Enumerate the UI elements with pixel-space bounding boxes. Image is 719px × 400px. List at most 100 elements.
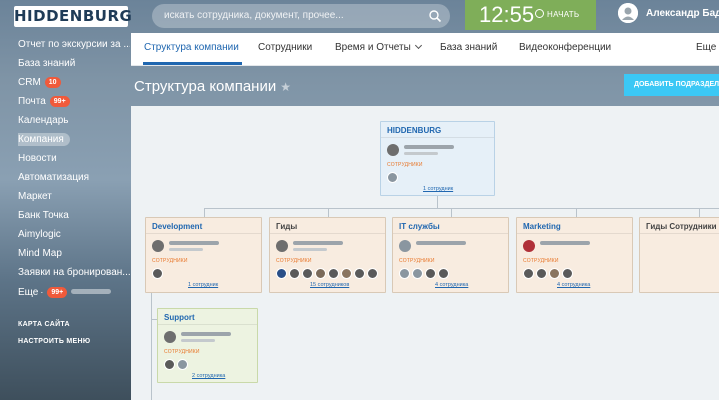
sidebar-item-label: Aimylogic — [18, 229, 61, 240]
department-card-development[interactable]: Development СОТРУДНИКИ 1 сотрудник — [145, 217, 262, 293]
employee-count-link[interactable]: 1 сотрудник — [188, 282, 218, 288]
sidebar-item-label: Маркет — [18, 191, 52, 202]
user-avatar[interactable] — [618, 3, 638, 23]
employee-count-link[interactable]: 2 сотрудника — [192, 373, 225, 379]
employee-avatars — [152, 266, 165, 279]
employees-label: СОТРУДНИКИ — [523, 258, 559, 264]
employee-avatar[interactable] — [523, 268, 534, 279]
employee-avatar[interactable] — [536, 268, 547, 279]
head-position — [404, 152, 438, 155]
head-avatar — [164, 331, 176, 343]
crm-counter-badge: 10 — [44, 77, 61, 88]
employee-avatar[interactable] — [276, 268, 287, 279]
department-title[interactable]: Гиды — [270, 218, 385, 234]
employee-avatars — [399, 266, 451, 279]
sidebar-item-aimylogic[interactable]: Aimylogic — [18, 227, 130, 243]
tab-video-conferences[interactable]: Видеоконференции — [519, 42, 611, 53]
sitemap-link[interactable]: КАРТА САЙТА — [18, 321, 70, 328]
department-card-marketing[interactable]: Marketing СОТРУДНИКИ 4 сотрудника — [516, 217, 633, 293]
head-avatar — [523, 240, 535, 252]
employee-avatar[interactable] — [549, 268, 560, 279]
head-name — [416, 241, 466, 245]
employee-count-link[interactable]: 15 сотрудников — [310, 282, 349, 288]
active-tab-indicator — [143, 62, 242, 65]
employee-avatar[interactable] — [289, 268, 300, 279]
sidebar-item-mind-map[interactable]: Mind Map — [18, 246, 130, 262]
company-logo[interactable]: HIDDENBURG — [14, 6, 132, 27]
employee-avatar[interactable] — [302, 268, 313, 279]
search-icon[interactable] — [428, 9, 442, 23]
sidebar-item-more[interactable]: Еще · 99+ — [18, 284, 130, 300]
department-card-guides-employees[interactable]: Гиды Сотрудники — [639, 217, 719, 293]
employees-label: СОТРУДНИКИ — [152, 258, 188, 264]
search-placeholder: искать сотрудника, документ, прочее... — [164, 10, 344, 21]
sidebar-item-company[interactable]: Компания — [18, 132, 130, 148]
chevron-down-icon — [414, 41, 422, 50]
tab-knowledge-base[interactable]: База знаний — [440, 42, 497, 53]
tab-company-structure[interactable]: Структура компании — [144, 42, 239, 53]
employee-avatar[interactable] — [425, 268, 436, 279]
department-title[interactable]: Marketing — [517, 218, 632, 234]
department-title[interactable]: IT службы — [393, 218, 508, 234]
department-card-root[interactable]: HIDDENBURG СОТРУДНИКИ 1 сотрудник — [380, 121, 495, 196]
department-title[interactable]: Development — [146, 218, 261, 234]
tab-more[interactable]: Еще — [696, 42, 719, 53]
department-title[interactable]: Support — [158, 309, 257, 325]
head-avatar — [387, 144, 399, 156]
user-name[interactable]: Александр Бадилов — [646, 8, 719, 19]
employee-avatar[interactable] — [438, 268, 449, 279]
start-workday-button[interactable]: НАЧАТЬ — [535, 9, 579, 19]
more-counter-badge: 99+ — [47, 287, 68, 298]
employee-avatars — [387, 170, 400, 183]
employee-avatar[interactable] — [164, 359, 175, 370]
sidebar-item-news[interactable]: Новости — [18, 151, 130, 167]
sidebar-item-mail[interactable]: Почта 99+ — [18, 94, 130, 110]
sidebar-item-market[interactable]: Маркет — [18, 189, 130, 205]
connector-line — [328, 208, 329, 217]
sidebar-item-tour-report[interactable]: Отчет по экскурсии за ... — [18, 37, 130, 53]
department-card-guides[interactable]: Гиды СОТРУДНИКИ 15 сотрудников — [269, 217, 386, 293]
sidebar-item-automation[interactable]: Автоматизация — [18, 170, 130, 186]
employee-avatar[interactable] — [399, 268, 410, 279]
employee-avatar[interactable] — [387, 172, 398, 183]
employee-count-link[interactable]: 4 сотрудника — [435, 282, 468, 288]
employees-label: СОТРУДНИКИ — [164, 349, 200, 355]
sidebar-item-crm[interactable]: CRM 10 — [18, 75, 130, 91]
sidebar-item-label: Автоматизация — [18, 172, 90, 183]
employee-avatar[interactable] — [177, 359, 188, 370]
tab-label: Еще — [696, 42, 717, 53]
work-timer[interactable]: 12:55 НАЧАТЬ — [465, 0, 596, 30]
tab-time-and-reports[interactable]: Время и Отчеты — [335, 41, 422, 53]
employee-avatar[interactable] — [315, 268, 326, 279]
configure-menu-link[interactable]: НАСТРОИТЬ МЕНЮ — [18, 338, 90, 345]
department-title[interactable]: Гиды Сотрудники — [640, 218, 719, 234]
head-name — [181, 332, 231, 336]
clock-time: 12:55 — [479, 2, 535, 27]
sidebar-item-booking-requests[interactable]: Заявки на бронирован... — [18, 265, 130, 281]
employee-avatar[interactable] — [341, 268, 352, 279]
employee-avatar[interactable] — [354, 268, 365, 279]
sidebar-item-calendar[interactable]: Календарь — [18, 113, 130, 129]
sidebar-item-knowledge-base[interactable]: База знаний — [18, 56, 130, 72]
sidebar-item-label: Календарь — [18, 115, 69, 126]
star-icon[interactable]: ★ — [280, 80, 291, 94]
sidebar-item-bank-tochka[interactable]: Банк Точка — [18, 208, 130, 224]
head-name — [293, 241, 343, 245]
connector-line — [151, 293, 152, 400]
search-input[interactable]: искать сотрудника, документ, прочее... — [152, 4, 450, 28]
employee-avatar[interactable] — [367, 268, 378, 279]
sidebar-item-label: Компания — [18, 133, 70, 146]
department-card-support[interactable]: Support СОТРУДНИКИ 2 сотрудника — [157, 308, 258, 383]
dash-separator: · — [40, 287, 44, 297]
add-department-button[interactable]: ДОБАВИТЬ ПОДРАЗДЕЛЕНИЕ — [624, 74, 719, 96]
employee-avatar[interactable] — [412, 268, 423, 279]
department-title[interactable]: HIDDENBURG — [381, 122, 494, 138]
tab-employees[interactable]: Сотрудники — [258, 42, 312, 53]
employee-avatar[interactable] — [152, 268, 163, 279]
employee-count-link[interactable]: 4 сотрудника — [557, 282, 590, 288]
employee-avatar[interactable] — [562, 268, 573, 279]
department-card-it-services[interactable]: IT службы СОТРУДНИКИ 4 сотрудника — [392, 217, 509, 293]
employee-count-link[interactable]: 1 сотрудник — [423, 186, 453, 192]
head-name — [169, 241, 219, 245]
employee-avatar[interactable] — [328, 268, 339, 279]
